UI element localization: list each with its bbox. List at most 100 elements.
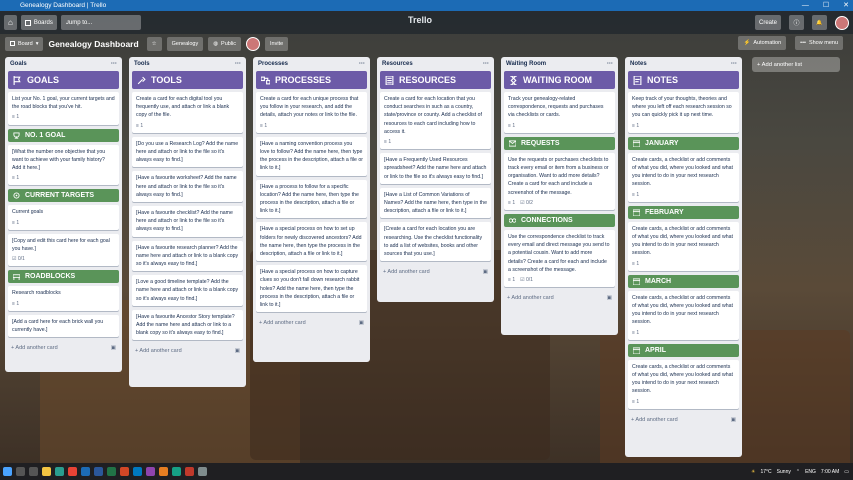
automation-button[interactable]: ⚡ Automation <box>738 36 787 50</box>
list-title[interactable]: Resources <box>382 61 413 67</box>
list-title[interactable]: Notes <box>630 61 647 67</box>
notifications-button[interactable]: 🔔 <box>812 15 827 30</box>
card[interactable]: [Have a process to follow for a specific… <box>256 179 367 219</box>
close-button[interactable]: ✕ <box>843 0 849 11</box>
list-menu-icon[interactable]: ··· <box>359 61 365 67</box>
user-avatar[interactable] <box>835 15 849 30</box>
list-menu-icon[interactable]: ··· <box>607 61 613 67</box>
header-card[interactable]: PROCESSES <box>256 71 367 89</box>
visibility-button[interactable]: ◍ Public <box>208 36 242 51</box>
section-card[interactable]: FEBRUARY <box>628 205 739 219</box>
create-button[interactable]: Create <box>754 15 781 30</box>
card[interactable]: [Create a card for each location you are… <box>380 222 491 262</box>
template-icon[interactable]: ▣ <box>111 345 116 351</box>
section-card[interactable]: APRIL <box>628 343 739 357</box>
weather-icon[interactable]: ☀ <box>751 469 755 475</box>
language-indicator[interactable]: ENG <box>805 469 816 475</box>
invite-button[interactable]: Invite <box>265 36 289 51</box>
card[interactable]: [Have a favourite worksheet? Add the nam… <box>132 171 243 203</box>
card[interactable]: Create a card for each digital tool you … <box>132 92 243 133</box>
card[interactable]: Research roadblocks ≡ 1 <box>8 286 119 311</box>
card[interactable]: Keep track of your thoughts, theories an… <box>628 92 739 133</box>
info-button[interactable]: ⓘ <box>789 15 804 30</box>
section-card[interactable]: CONNECTIONS <box>504 214 615 228</box>
list-title[interactable]: Goals <box>10 61 27 67</box>
list-title[interactable]: Waiting Room <box>506 61 546 67</box>
template-icon[interactable]: ▣ <box>235 348 240 354</box>
maximize-button[interactable]: ☐ <box>823 0 829 11</box>
clock[interactable]: 7:00 AM <box>821 469 839 475</box>
photos-icon[interactable] <box>146 467 155 476</box>
section-card[interactable]: JANUARY <box>628 136 739 150</box>
add-card-button[interactable]: + Add another card ▣ <box>380 265 491 279</box>
card[interactable]: Track your genealogy-related corresponde… <box>504 92 615 133</box>
header-card[interactable]: WAITING ROOM <box>504 71 615 89</box>
add-card-button[interactable]: + Add another card ▣ <box>8 341 119 355</box>
card[interactable]: [Do you use a Research Log? Add the name… <box>132 136 243 168</box>
section-card[interactable]: ROADBLOCKS <box>8 270 119 284</box>
list-menu-icon[interactable]: ··· <box>111 61 117 67</box>
list-header[interactable]: Tools ··· <box>132 60 243 71</box>
search-input[interactable] <box>60 15 141 30</box>
template-icon[interactable]: ▣ <box>359 320 364 326</box>
card[interactable]: [Have a naming convention process you lo… <box>256 136 367 176</box>
word-icon[interactable] <box>94 467 103 476</box>
list-menu-icon[interactable]: ··· <box>235 61 241 67</box>
template-icon[interactable]: ▣ <box>607 295 612 301</box>
section-card[interactable]: CURRENT TARGETS <box>8 189 119 203</box>
weather-condition[interactable]: Sunny <box>777 469 791 475</box>
add-card-button[interactable]: + Add another card ▣ <box>256 316 367 330</box>
add-card-button[interactable]: + Add another card ▣ <box>504 291 615 305</box>
task-view-icon[interactable] <box>29 467 38 476</box>
chrome-icon[interactable] <box>68 467 77 476</box>
search-icon[interactable] <box>16 467 25 476</box>
member-avatar[interactable] <box>246 36 261 51</box>
header-card[interactable]: GOALS <box>8 71 119 89</box>
excel-icon[interactable] <box>107 467 116 476</box>
list-menu-icon[interactable]: ··· <box>483 61 489 67</box>
card[interactable]: Create a card for each unique process th… <box>256 92 367 133</box>
card[interactable]: [Have a special process on how to captur… <box>256 265 367 313</box>
section-card[interactable]: NO. 1 GOAL <box>8 128 119 142</box>
card[interactable]: [Have a Frequently Used Resources spread… <box>380 153 491 184</box>
boards-button[interactable]: Boards <box>20 15 57 30</box>
notification-center-icon[interactable]: ▭ <box>844 469 849 475</box>
trello-app-icon[interactable] <box>133 467 142 476</box>
header-card[interactable]: NOTES <box>628 71 739 89</box>
chevron-up-icon[interactable]: ⌃ <box>796 469 800 475</box>
card[interactable]: Create cards, a checklist or add comment… <box>628 221 739 271</box>
app-icon[interactable] <box>159 467 168 476</box>
card[interactable]: [Have a favourite checklist? Add the nam… <box>132 206 243 237</box>
team-button[interactable]: Genealogy <box>166 36 204 51</box>
header-card[interactable]: RESOURCES <box>380 71 491 89</box>
add-card-button[interactable]: + Add another card ▣ <box>628 413 739 427</box>
template-icon[interactable]: ▣ <box>731 417 736 423</box>
section-card[interactable]: MARCH <box>628 274 739 288</box>
card[interactable]: [What the number one objective that you … <box>8 144 119 186</box>
card[interactable]: Create a card for each location that you… <box>380 92 491 150</box>
card[interactable]: [Have a List of Common Variations of Nam… <box>380 187 491 219</box>
card[interactable]: [Have a favourite Ancestor Story templat… <box>132 309 243 341</box>
list-title[interactable]: Tools <box>134 61 150 67</box>
card[interactable]: Use the correspondence checklist to trac… <box>504 230 615 288</box>
show-menu-button[interactable]: ••• Show menu <box>795 36 843 50</box>
edge-icon[interactable] <box>55 467 64 476</box>
card[interactable]: [Copy and edit this card here for each g… <box>8 233 119 267</box>
list-header[interactable]: Notes ··· <box>628 60 739 71</box>
add-list-button[interactable]: + Add another list <box>752 57 840 72</box>
list-header[interactable]: Goals ··· <box>8 60 119 71</box>
card[interactable]: [Have a favourite research planner? Add … <box>132 240 243 272</box>
minimize-button[interactable]: — <box>802 0 809 11</box>
powerpoint-icon[interactable] <box>120 467 129 476</box>
mail-icon[interactable] <box>81 467 90 476</box>
list-title[interactable]: Processes <box>258 61 288 67</box>
card[interactable]: Create cards, a checklist or add comment… <box>628 359 739 409</box>
card[interactable]: [Add a card here for each brick wall you… <box>8 314 119 338</box>
app-icon[interactable] <box>198 467 207 476</box>
list-header[interactable]: Resources ··· <box>380 60 491 71</box>
card[interactable]: Create cards, a checklist or add comment… <box>628 152 739 202</box>
list-header[interactable]: Waiting Room ··· <box>504 60 615 71</box>
board-menu-button[interactable]: Board ▾ <box>5 36 44 51</box>
card[interactable]: [Have a special process on how to set up… <box>256 222 367 262</box>
windows-start-icon[interactable] <box>3 467 12 476</box>
